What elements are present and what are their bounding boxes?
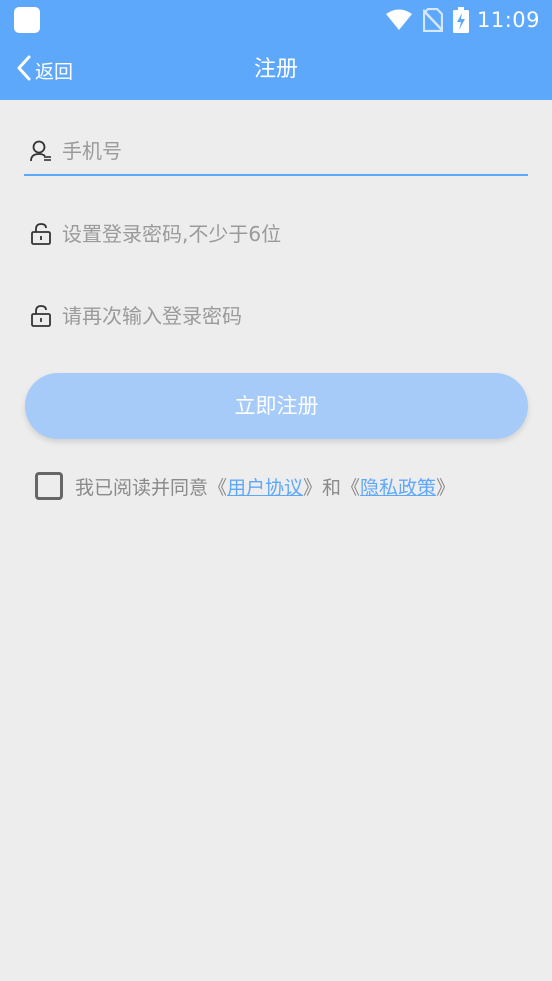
status-bar: 11:09 (0, 0, 552, 40)
agreement-middle: 》和《 (303, 476, 361, 499)
confirm-password-field (24, 292, 528, 340)
phone-input[interactable] (62, 131, 502, 171)
agreement-suffix: 》 (436, 476, 456, 499)
privacy-policy-link[interactable]: 隐私政策 (360, 477, 436, 499)
confirm-password-input[interactable] (62, 296, 502, 336)
agreement-checkbox[interactable] (35, 472, 63, 500)
battery-charging-icon (452, 7, 469, 33)
agreement-text: 我已阅读并同意《用户协议》和《隐私政策》 (75, 473, 455, 500)
lock-icon (28, 221, 54, 247)
no-sim-icon (422, 8, 443, 32)
app-notification-icon (14, 7, 40, 33)
phone-field (24, 128, 528, 176)
password-field (24, 210, 528, 258)
agreement-row: 我已阅读并同意《用户协议》和《隐私政策》 (35, 470, 455, 502)
agreement-prefix: 我已阅读并同意《 (75, 476, 228, 499)
lock-icon (28, 303, 54, 329)
wifi-icon (385, 9, 413, 31)
user-icon (28, 138, 54, 164)
register-button[interactable]: 立即注册 (25, 373, 528, 439)
app-header: 11:09 返回 注册 (0, 0, 552, 100)
status-time: 11:09 (476, 8, 540, 32)
password-input[interactable] (62, 214, 502, 254)
user-agreement-link[interactable]: 用户协议 (227, 477, 303, 499)
page-title: 注册 (253, 57, 298, 82)
status-icons: 11:09 (385, 6, 540, 34)
